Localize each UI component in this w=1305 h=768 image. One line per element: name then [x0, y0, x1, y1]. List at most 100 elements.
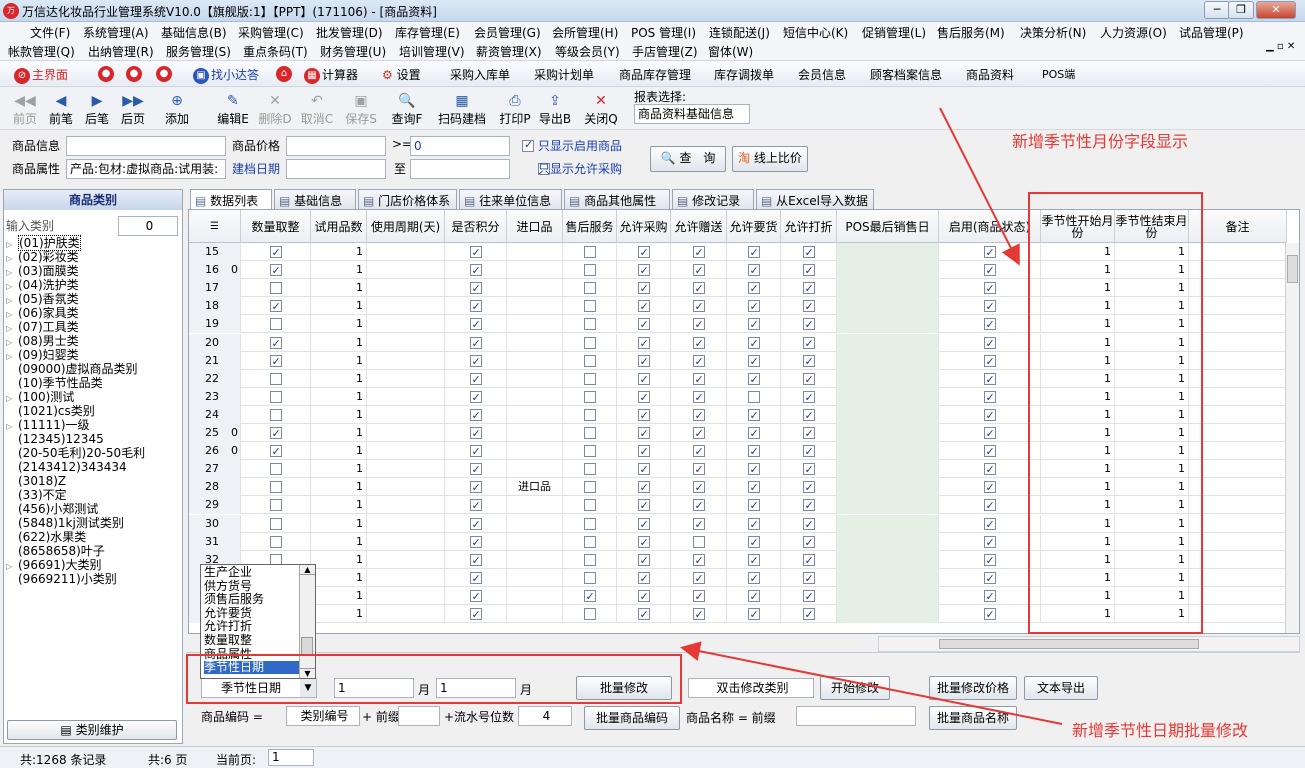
- qty-int-cell[interactable]: [241, 478, 311, 497]
- import-cell[interactable]: [507, 586, 563, 605]
- tree-item-category[interactable]: (5848)1kj测试类别: [6, 516, 124, 530]
- score-cell[interactable]: [445, 243, 507, 261]
- tab-4[interactable]: ▤ 商品其他属性: [564, 189, 670, 209]
- enabled-cell[interactable]: [939, 333, 1041, 352]
- remark-cell[interactable]: [1189, 297, 1287, 316]
- remark-cell[interactable]: [1189, 424, 1287, 442]
- checkbox[interactable]: [469, 516, 482, 533]
- score-cell[interactable]: [445, 297, 507, 316]
- query-button[interactable]: 🔍 查 询: [650, 146, 726, 172]
- quick-item[interactable]: 商品库存管理: [619, 66, 691, 83]
- menu-item[interactable]: 短信中心(K): [783, 24, 848, 41]
- pos-last-sale-cell[interactable]: [837, 532, 939, 551]
- checkbox[interactable]: [692, 535, 705, 548]
- checkbox[interactable]: [802, 244, 815, 261]
- checkbox[interactable]: [637, 534, 650, 551]
- toolbar-button[interactable]: ✕ 关闭Q: [582, 92, 620, 127]
- cycle-days-cell[interactable]: [367, 315, 445, 334]
- trial-count-cell[interactable]: 1: [311, 351, 367, 370]
- menu-item[interactable]: 重点条码(T): [243, 43, 308, 60]
- checkbox[interactable]: [747, 390, 760, 403]
- tree-item-category[interactable]: (12345)12345: [6, 432, 104, 446]
- purchase-cell[interactable]: [617, 424, 671, 442]
- discount-cell[interactable]: [781, 369, 837, 388]
- checkbox[interactable]: [583, 553, 596, 566]
- cycle-days-cell[interactable]: [367, 605, 445, 623]
- import-cell[interactable]: [507, 605, 563, 623]
- remark-cell[interactable]: [1189, 568, 1287, 587]
- checkbox[interactable]: [983, 461, 996, 478]
- pos-last-sale-cell[interactable]: [837, 279, 939, 298]
- discount-cell[interactable]: [781, 261, 837, 280]
- grid-column-header[interactable]: 允许要货: [727, 210, 781, 243]
- checkbox[interactable]: [802, 389, 815, 406]
- checkbox[interactable]: [983, 353, 996, 370]
- cycle-days-cell[interactable]: [367, 297, 445, 316]
- import-cell[interactable]: [507, 297, 563, 316]
- checkbox[interactable]: [747, 298, 760, 315]
- quick-item[interactable]: 采购计划单: [534, 66, 594, 83]
- checkbox[interactable]: [637, 262, 650, 279]
- checkbox[interactable]: [583, 427, 596, 439]
- checkbox[interactable]: [269, 353, 282, 370]
- date-label[interactable]: 建档日期: [232, 160, 280, 177]
- grid-column-header[interactable]: 是否积分: [445, 210, 507, 243]
- toolbar-button[interactable]: ▶▶ 后页: [114, 92, 152, 127]
- menu-item[interactable]: 手店管理(Z): [632, 43, 698, 60]
- service-cell[interactable]: [563, 532, 617, 551]
- checkbox[interactable]: [692, 316, 705, 333]
- checkbox[interactable]: [469, 407, 482, 424]
- discount-cell[interactable]: [781, 586, 837, 605]
- service-cell[interactable]: [563, 586, 617, 605]
- pos-last-sale-cell[interactable]: [837, 369, 939, 388]
- checkbox[interactable]: [802, 461, 815, 478]
- checkbox[interactable]: [692, 479, 705, 496]
- trial-count-cell[interactable]: 1: [311, 514, 367, 533]
- tree-item-category[interactable]: ▷ (02)彩妆类: [6, 250, 79, 264]
- gift-cell[interactable]: [671, 405, 727, 424]
- checkbox[interactable]: [269, 535, 282, 548]
- pos-last-sale-cell[interactable]: [837, 568, 939, 587]
- checkbox[interactable]: [469, 262, 482, 279]
- request-cell[interactable]: [727, 243, 781, 261]
- score-cell[interactable]: [445, 369, 507, 388]
- enabled-cell[interactable]: [939, 568, 1041, 587]
- double-click-category-field[interactable]: 双击修改类别: [688, 678, 814, 698]
- dropdown-scroll-thumb[interactable]: [301, 637, 313, 655]
- grid-column-header[interactable]: 试用品数: [311, 210, 367, 243]
- checkbox[interactable]: [469, 534, 482, 551]
- toolbar-button[interactable]: ◀ 前笔: [42, 92, 80, 127]
- grid-column-header[interactable]: 允许赠送: [671, 210, 727, 243]
- import-cell[interactable]: [507, 568, 563, 587]
- import-cell[interactable]: [507, 442, 563, 461]
- request-cell[interactable]: [727, 351, 781, 370]
- checkbox[interactable]: [583, 390, 596, 403]
- gift-cell[interactable]: [671, 442, 727, 461]
- checkbox[interactable]: [469, 389, 482, 406]
- checkbox[interactable]: [469, 606, 482, 623]
- checkbox[interactable]: [637, 443, 650, 460]
- enabled-cell[interactable]: [939, 369, 1041, 388]
- checkbox[interactable]: [692, 298, 705, 315]
- purchase-cell[interactable]: [617, 387, 671, 406]
- enabled-cell[interactable]: [939, 243, 1041, 261]
- service-cell[interactable]: [563, 568, 617, 587]
- tree-item-category[interactable]: (10)季节性品类: [6, 376, 103, 390]
- trial-count-cell[interactable]: 1: [311, 478, 367, 497]
- discount-cell[interactable]: [781, 550, 837, 569]
- checkbox[interactable]: [583, 372, 596, 385]
- toolbar-button[interactable]: ✕ 删除D: [256, 92, 294, 127]
- checkbox[interactable]: [802, 552, 815, 569]
- purchase-cell[interactable]: [617, 496, 671, 515]
- checkbox[interactable]: [637, 497, 650, 514]
- tree-item-category[interactable]: (8658658)叶子: [6, 544, 105, 558]
- menu-item[interactable]: 批发管理(D): [316, 24, 383, 41]
- remark-cell[interactable]: [1189, 261, 1287, 280]
- gift-cell[interactable]: [671, 333, 727, 352]
- menu-item[interactable]: 决策分析(N): [1020, 24, 1086, 41]
- import-cell[interactable]: [507, 333, 563, 352]
- enabled-cell[interactable]: [939, 261, 1041, 280]
- score-cell[interactable]: [445, 387, 507, 406]
- remark-cell[interactable]: [1189, 333, 1287, 352]
- tree-item-category[interactable]: ▷ (06)家具类: [6, 306, 79, 320]
